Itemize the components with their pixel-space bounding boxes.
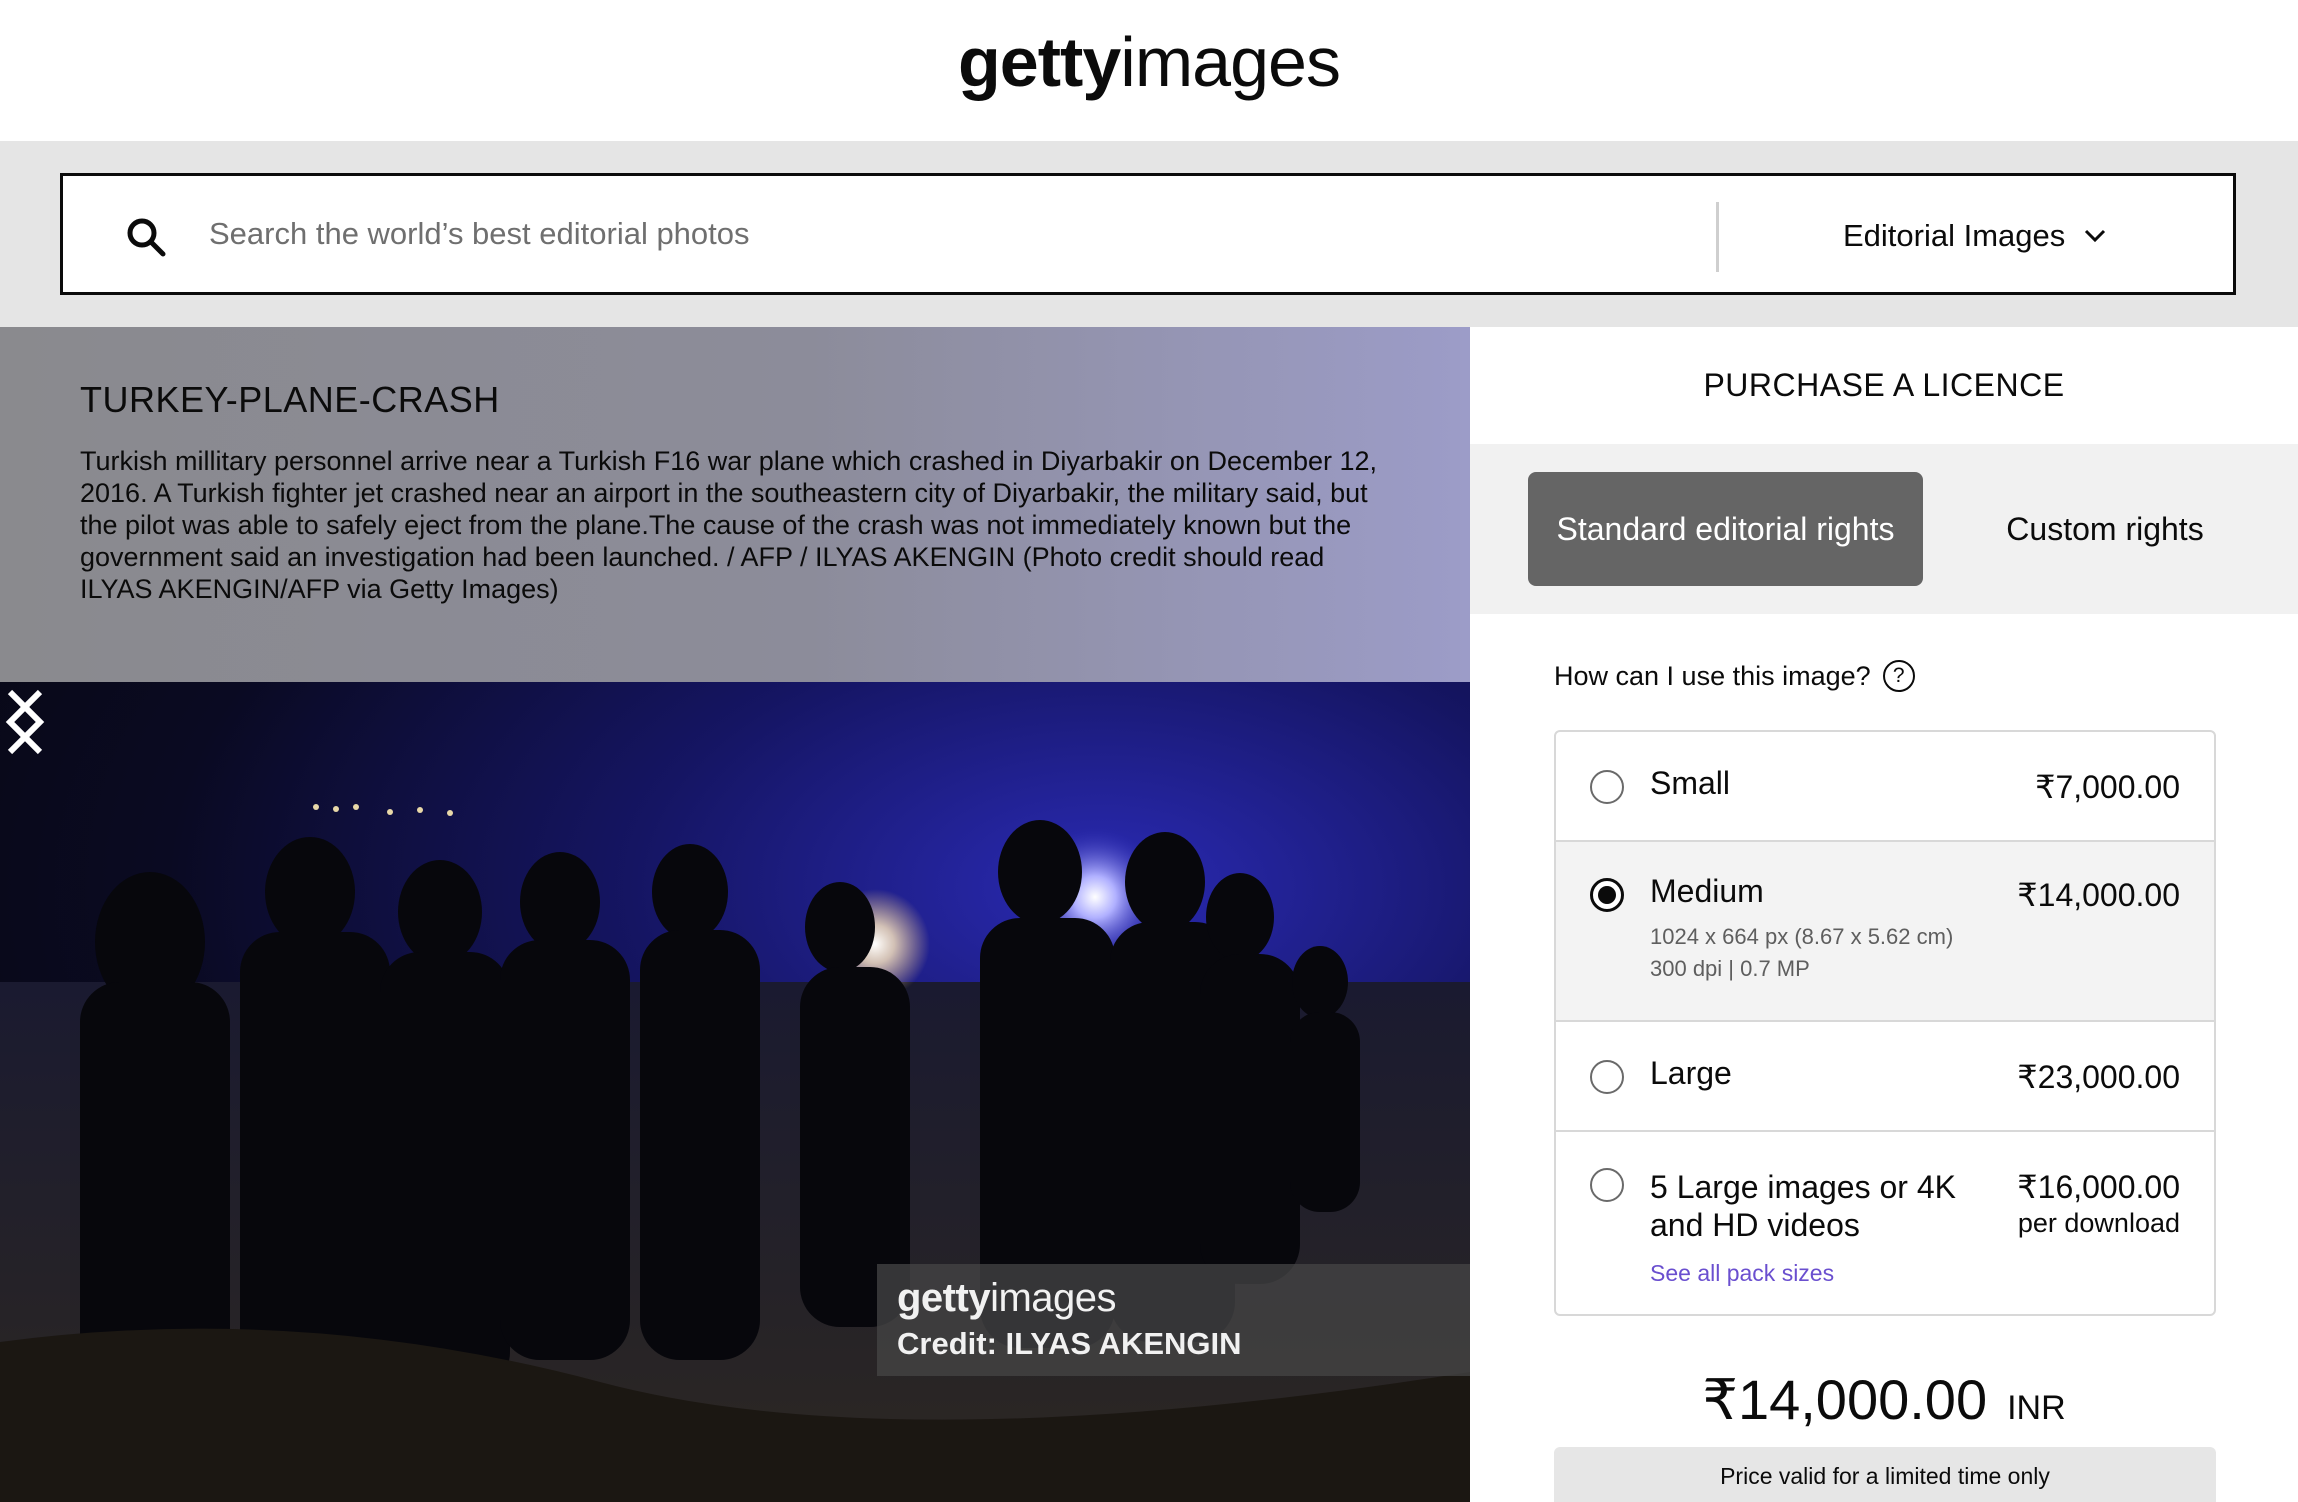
rights-tabs: Standard editorial rights Custom rights <box>1470 444 2298 614</box>
logo-bold-text: getty <box>958 23 1121 101</box>
chevron-right-icon[interactable] <box>0 682 50 762</box>
image-title: TURKEY-PLANE-CRASH <box>80 379 500 420</box>
help-icon[interactable]: ? <box>1882 660 1915 692</box>
option-large[interactable]: Large ₹23,000.00 <box>1556 1022 2214 1132</box>
tab-custom-rights[interactable]: Custom rights <box>1980 472 2230 586</box>
total-currency: INR <box>2007 1389 2066 1427</box>
option-pack-per-download: per download <box>2017 1208 2180 1238</box>
tab-standard-editorial-rights[interactable]: Standard editorial rights <box>1528 472 1923 586</box>
option-pack-label: 5 Large images or 4K and HD videos <box>1650 1169 1956 1243</box>
option-large-price: ₹23,000.00 <box>2017 1059 2180 1095</box>
watermark-light-text: images <box>990 1276 1117 1320</box>
image-caption: Turkish millitary personnel arrive near … <box>80 446 1378 604</box>
option-medium-dimensions: 1024 x 664 px (8.67 x 5.62 cm) <box>1650 924 1954 949</box>
chevron-down-icon <box>2085 229 2106 243</box>
option-medium-label: Medium <box>1650 873 1764 909</box>
option-pack[interactable]: 5 Large images or 4K and HD videos ₹16,0… <box>1556 1132 2214 1314</box>
caption-panel: TURKEY-PLANE-CRASH Turkish millitary per… <box>0 327 1470 682</box>
radio-medium[interactable] <box>1590 878 1624 912</box>
price-validity-notice: Price valid for a limited time only <box>1554 1447 2216 1502</box>
photo-credit: Credit: ILYAS AKENGIN <box>897 1326 1242 1361</box>
watermark-bold-text: getty <box>897 1276 991 1320</box>
option-medium-price: ₹14,000.00 <box>2017 877 2180 913</box>
total-price: ₹14,000.00 INR <box>1470 1367 2298 1433</box>
licence-panel: PURCHASE A LICENCE Standard editorial ri… <box>1470 327 2298 1502</box>
photo-scene <box>0 804 1470 1502</box>
search-input[interactable] <box>209 200 1709 268</box>
editorial-photo: gettyimages Credit: ILYAS AKENGIN <box>0 682 1470 1502</box>
option-medium-resolution: 300 dpi | 0.7 MP <box>1650 956 1810 981</box>
site-header: gettyimages <box>0 0 2298 141</box>
option-pack-price: ₹16,000.00 <box>2017 1169 2180 1205</box>
search-type-dropdown[interactable]: Editorial Images <box>1843 210 2107 262</box>
radio-large[interactable] <box>1590 1060 1624 1094</box>
watermark-overlay: gettyimages Credit: ILYAS AKENGIN <box>877 1264 1470 1376</box>
see-all-pack-sizes-link[interactable]: See all pack sizes <box>1650 1260 1834 1287</box>
radio-pack[interactable] <box>1590 1168 1624 1202</box>
getty-images-logo[interactable]: gettyimages <box>0 22 2298 102</box>
usage-question-text: How can I use this image? <box>1554 660 1871 691</box>
option-large-label: Large <box>1650 1055 1732 1091</box>
logo-light-text: images <box>1120 23 1341 101</box>
search-divider <box>1716 202 1719 272</box>
option-small-price: ₹7,000.00 <box>2035 769 2180 805</box>
option-small-label: Small <box>1650 765 1731 801</box>
radio-small[interactable] <box>1590 770 1624 804</box>
option-medium[interactable]: Medium ₹14,000.00 1024 x 664 px (8.67 x … <box>1556 842 2214 1022</box>
search-type-label: Editorial Images <box>1843 218 2066 253</box>
usage-question: How can I use this image? ? <box>1554 660 1915 692</box>
search-icon[interactable] <box>125 216 167 258</box>
watermark-logo: gettyimages <box>897 1276 1117 1321</box>
size-options: Small ₹7,000.00 Medium ₹14,000.00 1024 x… <box>1554 730 2216 1316</box>
option-small[interactable]: Small ₹7,000.00 <box>1556 732 2214 842</box>
purchase-licence-title: PURCHASE A LICENCE <box>1703 367 2065 403</box>
search-bar: Editorial Images <box>60 173 2236 295</box>
search-band: Editorial Images <box>0 141 2298 327</box>
total-amount: ₹14,000.00 <box>1702 1368 1988 1431</box>
